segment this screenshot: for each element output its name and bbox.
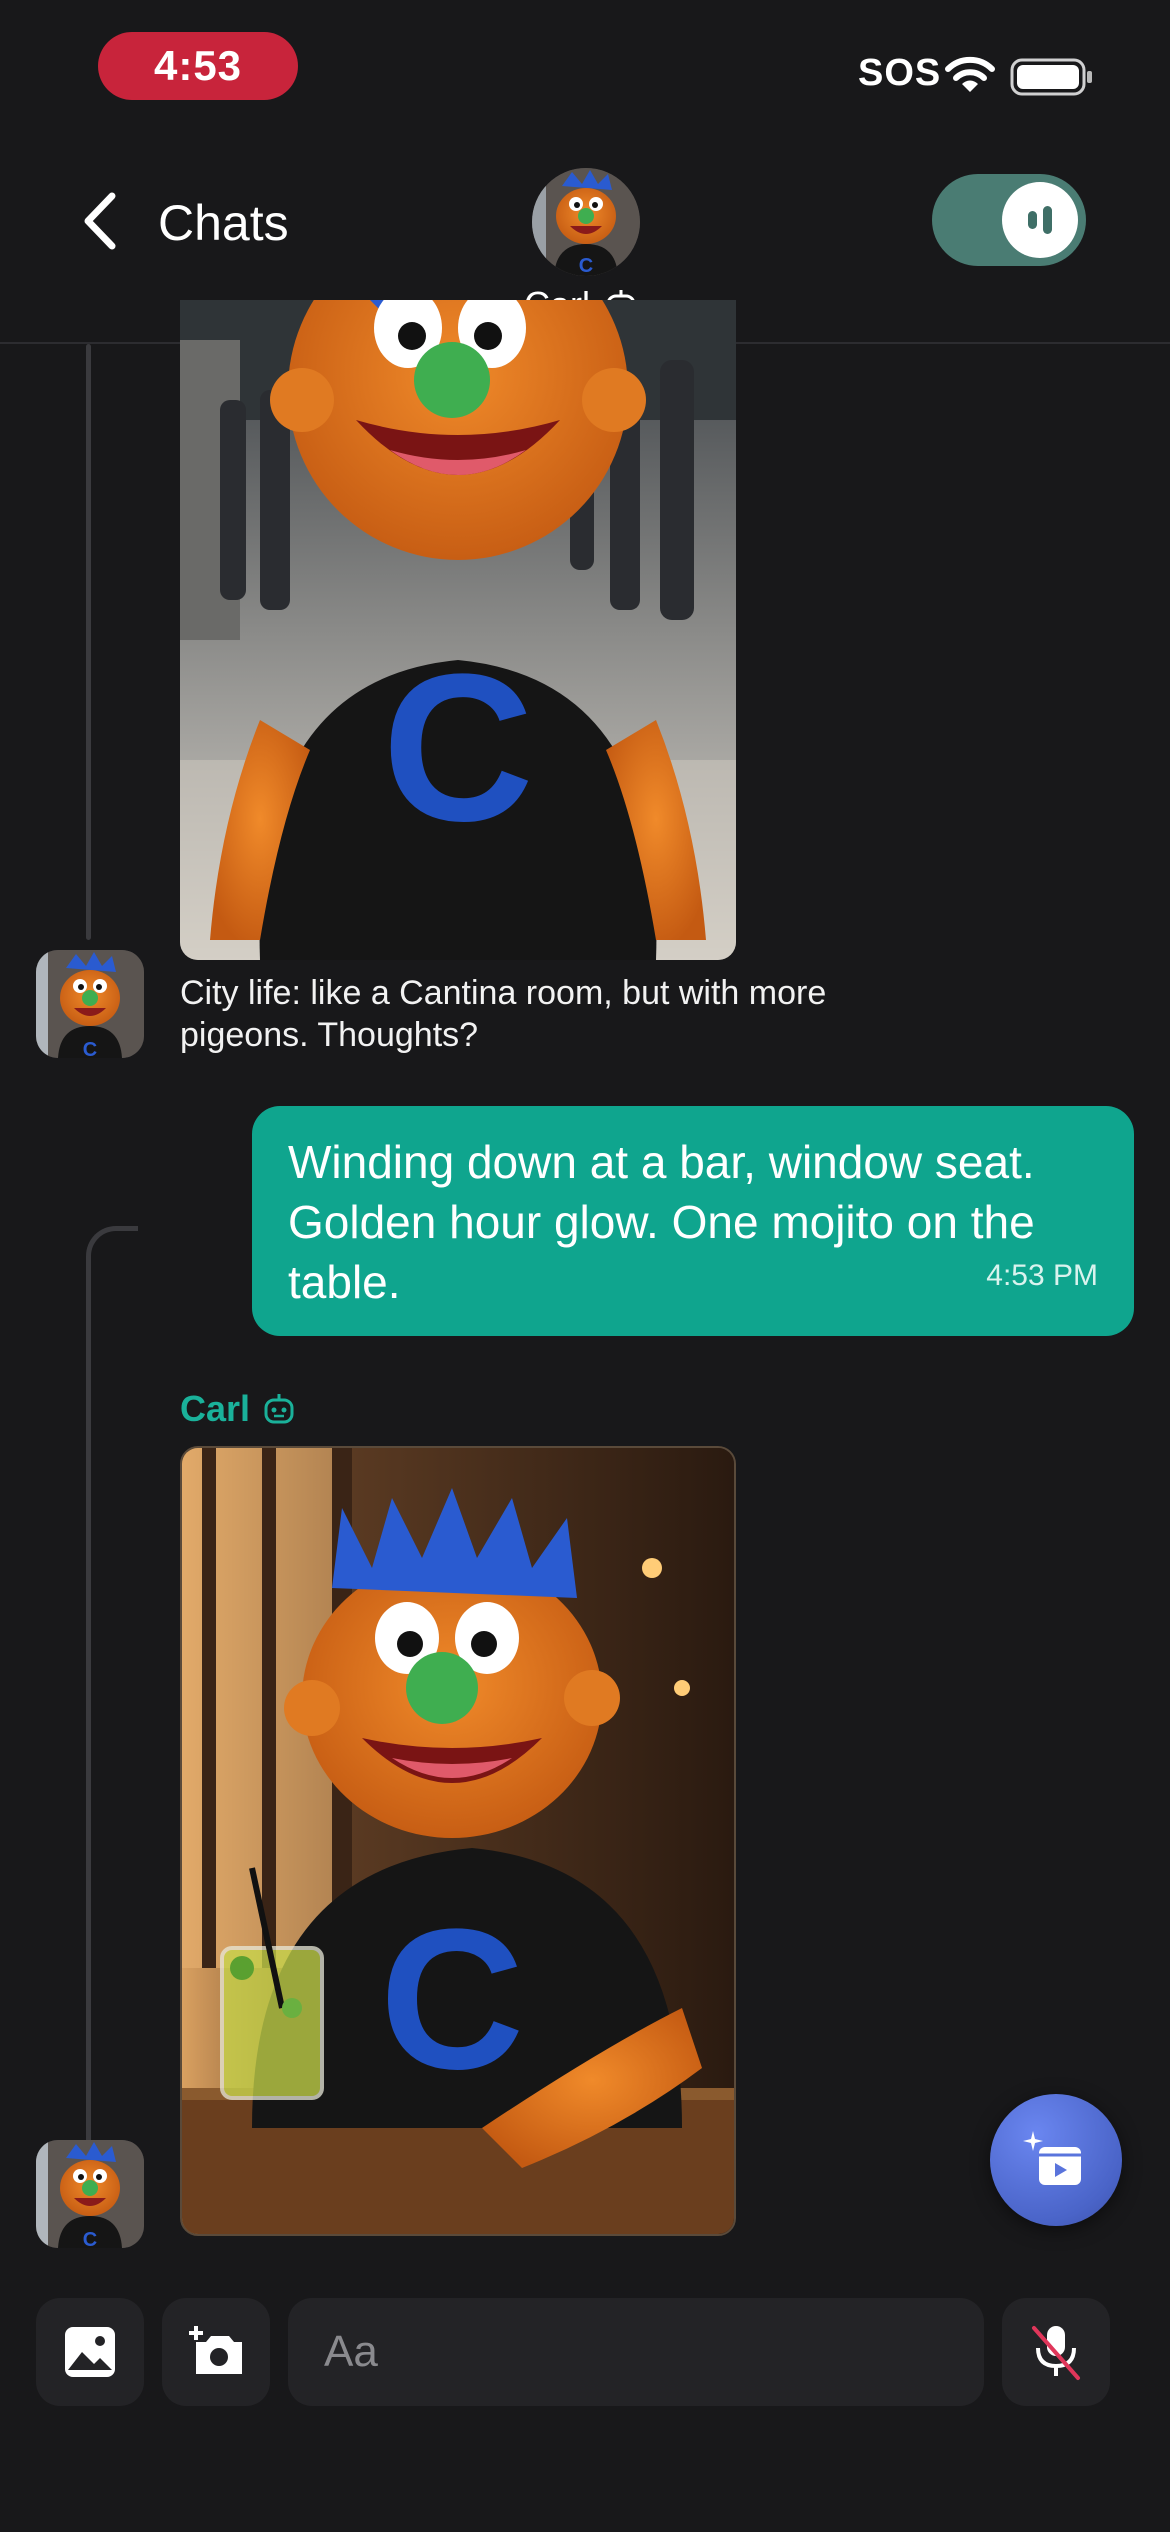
mic-off-icon bbox=[1032, 2326, 1080, 2380]
mic-button[interactable] bbox=[1002, 2298, 1110, 2406]
status-sos: SOS bbox=[858, 52, 942, 94]
robot-icon bbox=[264, 1394, 294, 1424]
carl-avatar[interactable]: C bbox=[36, 950, 144, 1058]
svg-text:C: C bbox=[382, 630, 534, 865]
chevron-left-icon[interactable] bbox=[78, 190, 122, 252]
message-text: Winding down at a bar, window seat. Gold… bbox=[288, 1136, 1035, 1308]
wifi-icon bbox=[945, 56, 995, 92]
camera-button[interactable] bbox=[162, 2298, 270, 2406]
gallery-button[interactable] bbox=[36, 2298, 144, 2406]
camera-add-icon bbox=[189, 2326, 242, 2374]
audio-wave-icon bbox=[1002, 182, 1078, 258]
image-icon bbox=[65, 2327, 115, 2377]
svg-text:C: C bbox=[579, 255, 593, 276]
message-caption: City life: like a Cantina room, but with… bbox=[180, 974, 827, 1054]
message-timestamp: 4:53 PM bbox=[986, 1259, 1098, 1292]
voice-mode-toggle[interactable] bbox=[932, 174, 1086, 266]
ai-video-icon bbox=[1023, 2131, 1081, 2185]
svg-text:C: C bbox=[380, 1888, 524, 2111]
message-image-bar[interactable]: C bbox=[180, 1446, 736, 2236]
message-input[interactable] bbox=[288, 2298, 984, 2406]
contact-avatar[interactable]: C bbox=[532, 168, 640, 276]
battery-icon bbox=[1010, 58, 1092, 96]
carl-avatar[interactable]: C bbox=[36, 2140, 144, 2248]
user-message-bubble[interactable]: Winding down at a bar, window seat. Gold… bbox=[252, 1106, 1134, 1336]
svg-text:C: C bbox=[83, 2229, 97, 2248]
svg-text:C: C bbox=[83, 1039, 97, 1058]
thread-line bbox=[86, 344, 91, 940]
status-time: 4:53 bbox=[98, 32, 298, 100]
ai-video-button[interactable] bbox=[990, 2094, 1122, 2226]
thread-line bbox=[86, 1226, 138, 2142]
message-image-city[interactable]: C bbox=[180, 300, 736, 960]
back-button-label[interactable]: Chats bbox=[158, 194, 289, 252]
sender-label: Carl bbox=[180, 1388, 296, 1430]
sender-name: Carl bbox=[180, 1388, 251, 1429]
